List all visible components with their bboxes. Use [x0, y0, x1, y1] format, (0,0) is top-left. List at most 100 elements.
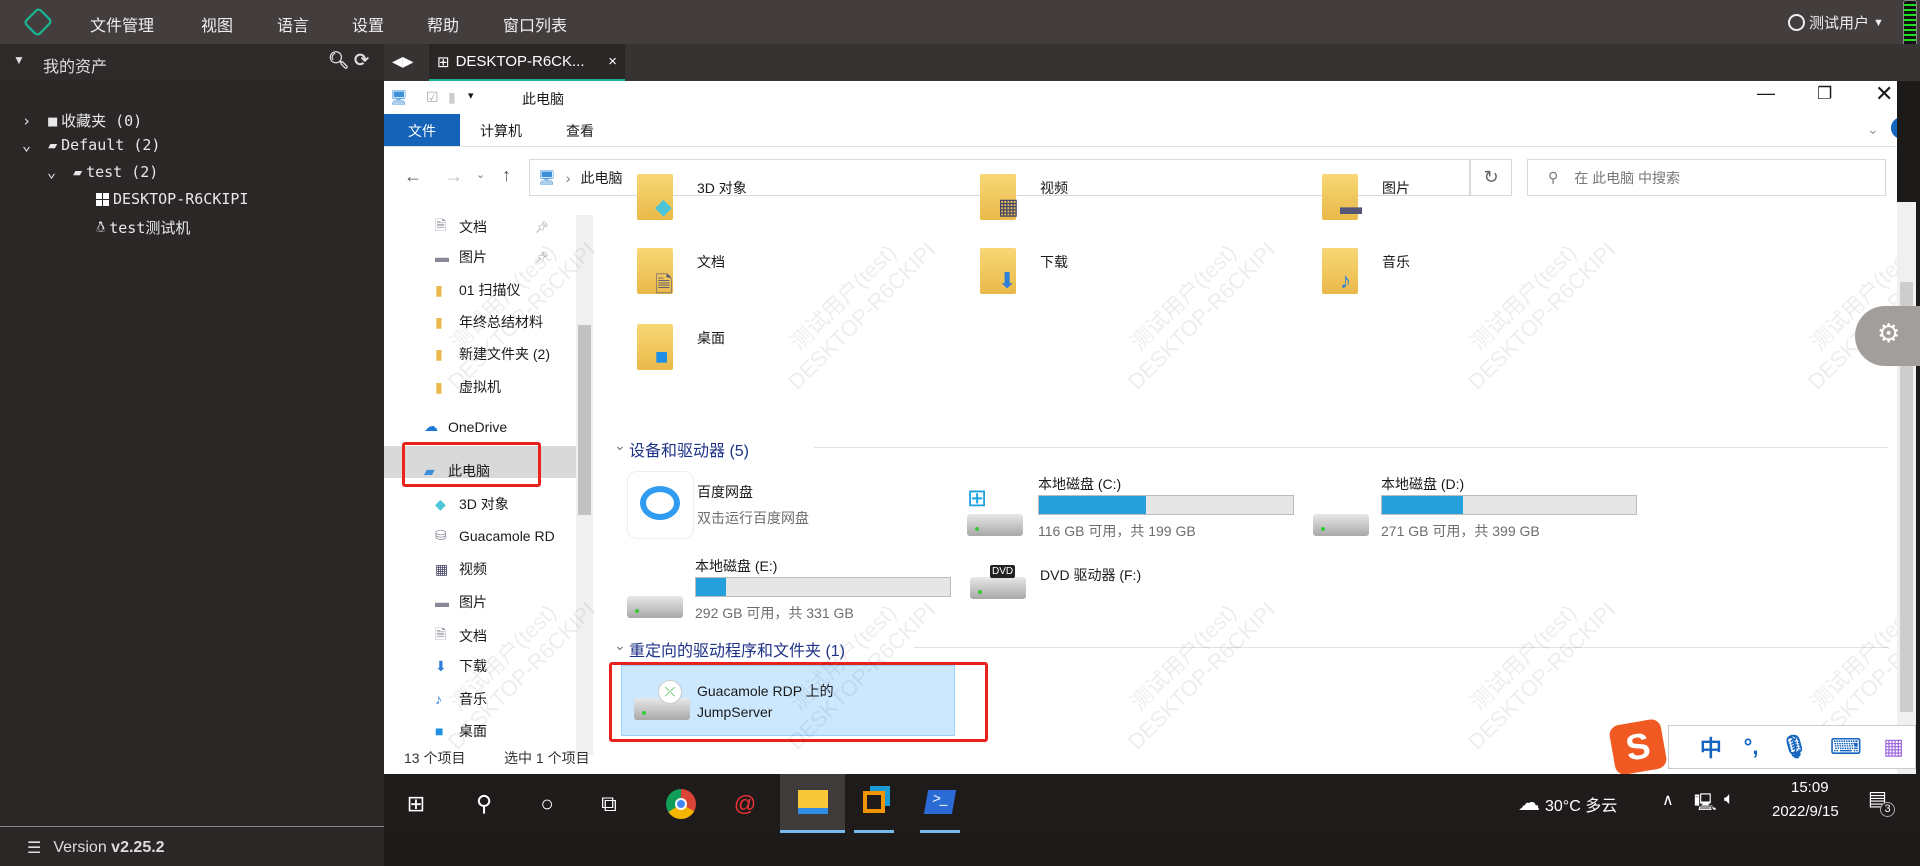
tree-item-default[interactable]: ⌄ ▰ Default (2) [22, 136, 160, 154]
pin-icon[interactable]: 📌︎ [535, 221, 549, 234]
folder-desktop[interactable]: ■ [637, 324, 673, 370]
ribbon-tab-file[interactable]: 文件 [384, 114, 460, 146]
clock-date[interactable]: 2022/9/15 [1772, 803, 1839, 820]
drive-name[interactable]: 本地磁盘 (C:) [1038, 474, 1121, 494]
drive-icon[interactable] [627, 596, 683, 618]
folder-label[interactable]: 下载 [1040, 252, 1068, 272]
ribbon-tab-view[interactable]: 查看 [566, 121, 594, 141]
ime-mode-toggle[interactable]: 中 [1700, 731, 1722, 763]
nav-item[interactable]: ◆ 3D 对象 [435, 494, 509, 514]
back-button[interactable]: ← [404, 166, 422, 187]
nav-item[interactable]: ♪ 音乐 [435, 689, 487, 709]
settings-float-button[interactable]: ⚙ [1855, 306, 1920, 366]
start-button[interactable]: ⊞ [396, 784, 436, 824]
volume-icon[interactable]: 🔈︎ [1724, 789, 1734, 809]
folder-3d-objects[interactable]: ◆ [637, 174, 673, 220]
nav-item[interactable]: ⬇ 下载 [435, 656, 487, 676]
nav-item[interactable]: ▬ 图片 📌︎ [435, 247, 549, 267]
collapse-icon[interactable]: ▼ [13, 53, 25, 67]
refresh-button[interactable]: ↻ [1470, 159, 1512, 196]
nav-item[interactable]: ▮ 年终总结材料 [435, 312, 543, 332]
keyboard-icon[interactable]: ⌨ [1830, 734, 1862, 760]
ime-apps-icon[interactable]: ▦ [1883, 734, 1904, 760]
menu-file-management[interactable]: 文件管理 [90, 12, 154, 36]
forward-button[interactable]: → [445, 166, 463, 187]
tab-scroll-arrows-icon[interactable]: ◀▶ [392, 53, 414, 70]
nav-item[interactable]: 🗎 文档 [435, 624, 487, 648]
expand-ribbon-icon[interactable]: ⌄ [1867, 121, 1879, 138]
tree-item-linux[interactable]: 🐧︎ test测试机 [96, 217, 190, 238]
content-scrollbar[interactable] [1897, 202, 1916, 774]
minimize-button[interactable]: — [1757, 83, 1775, 104]
folder-music[interactable]: ♪ [1322, 248, 1358, 294]
tree-item-favorites[interactable]: › ■ 收藏夹 (0) [22, 110, 142, 131]
folder-label[interactable]: 文档 [697, 252, 725, 272]
search-icon[interactable]: 🔍︎ [328, 51, 350, 71]
nav-item[interactable]: ⛁ Guacamole RD [435, 527, 555, 544]
ribbon-tab-computer[interactable]: 计算机 [480, 121, 522, 141]
section-redirected-header[interactable]: 重定向的驱动程序和文件夹 (1) [629, 637, 845, 661]
show-hidden-icons-button[interactable]: ∧ [1662, 790, 1674, 810]
file-explorer-app[interactable] [780, 774, 845, 833]
drive-icon[interactable] [967, 514, 1023, 536]
chevron-down-icon[interactable]: ⌄ [614, 437, 626, 454]
new-folder-quick-icon[interactable]: ▮ [448, 89, 456, 106]
snail-app[interactable]: @ [725, 784, 765, 824]
nav-item[interactable]: 🗎 文档 📌︎ [435, 215, 549, 239]
folder-label[interactable]: 图片 [1382, 178, 1410, 198]
menu-settings[interactable]: 设置 [352, 12, 384, 36]
ime-punctuation-toggle[interactable]: °, [1744, 734, 1759, 760]
chrome-app[interactable] [661, 784, 701, 824]
tree-item-test[interactable]: ⌄ ▰ test (2) [47, 163, 158, 181]
nav-item[interactable]: ▮ 01 扫描仪 [435, 280, 520, 300]
drive-icon[interactable] [1313, 514, 1369, 536]
user-menu[interactable]: 测试用户 ▼ [1788, 12, 1884, 33]
close-button[interactable]: ✕ [1875, 81, 1893, 107]
tab-close-button[interactable]: × [608, 53, 617, 70]
folder-downloads[interactable]: ⬇ [980, 248, 1016, 294]
recent-locations-icon[interactable]: ⌄ [476, 168, 485, 181]
customize-quick-access-icon[interactable]: ▾ [468, 89, 474, 102]
menu-help[interactable]: 帮助 [427, 12, 459, 36]
folder-label[interactable]: 视频 [1040, 178, 1068, 198]
drive-name[interactable]: 本地磁盘 (D:) [1381, 474, 1464, 494]
refresh-icon[interactable]: ⟳ [354, 50, 369, 71]
microphone-icon[interactable]: 🎙︎ [1780, 734, 1808, 760]
task-view-button[interactable]: ⧉ [589, 784, 629, 824]
clock-time[interactable]: 15:09 [1791, 779, 1829, 796]
properties-quick-icon[interactable]: ☑ [426, 89, 439, 106]
nav-item[interactable]: ▦ 视频 [435, 559, 487, 579]
search-input[interactable]: ⚲ 在 此电脑 中搜索 [1527, 159, 1886, 196]
nav-item[interactable]: ▬ 图片 [435, 592, 487, 612]
chevron-down-icon[interactable]: ⌄ [614, 637, 626, 654]
dvd-drive[interactable]: DVD [970, 551, 1030, 601]
up-button[interactable]: ↑ [502, 165, 511, 186]
nav-item[interactable]: ☁ OneDrive [424, 418, 507, 435]
pin-icon[interactable]: 📌︎ [535, 251, 549, 264]
nav-item[interactable]: ■ 桌面 [435, 721, 487, 741]
section-devices-header[interactable]: 设备和驱动器 (5) [629, 437, 749, 461]
baidu-netdisk[interactable] [627, 471, 694, 539]
powershell-app[interactable]: >_ [920, 774, 960, 833]
menu-window-list[interactable]: 窗口列表 [503, 12, 567, 36]
tree-item-desktop[interactable]: DESKTOP-R6CKIPI [96, 190, 248, 208]
nav-item[interactable]: ▮ 虚拟机 [435, 377, 501, 397]
folder-label[interactable]: 音乐 [1382, 252, 1410, 272]
folder-label[interactable]: 桌面 [697, 328, 725, 348]
folder-document[interactable]: 🗎 [637, 248, 673, 297]
network-icon[interactable]: 🖳︎ [1694, 790, 1717, 819]
cortana-button[interactable]: ○ [527, 784, 567, 824]
menu-view[interactable]: 视图 [201, 12, 233, 36]
drive-name[interactable]: 本地磁盘 (E:) [695, 556, 777, 576]
sogou-ime-logo[interactable]: S [1608, 717, 1668, 777]
help-icon[interactable]: ? [1891, 117, 1897, 139]
folder-label[interactable]: 3D 对象 [697, 178, 747, 198]
dvd-name[interactable]: DVD 驱动器 (F:) [1040, 565, 1141, 585]
tab-desktop-session[interactable]: ⊞ DESKTOP-R6CK... × [429, 44, 625, 81]
vmware-app[interactable] [854, 774, 894, 833]
restore-button[interactable]: ❐ [1817, 84, 1832, 104]
nav-item[interactable]: ▮ 新建文件夹 (2) [435, 344, 550, 364]
weather-icon[interactable]: ☁ [1518, 790, 1540, 816]
weather-text[interactable]: 30°C 多云 [1545, 792, 1617, 816]
nav-scrollbar[interactable] [576, 215, 593, 755]
